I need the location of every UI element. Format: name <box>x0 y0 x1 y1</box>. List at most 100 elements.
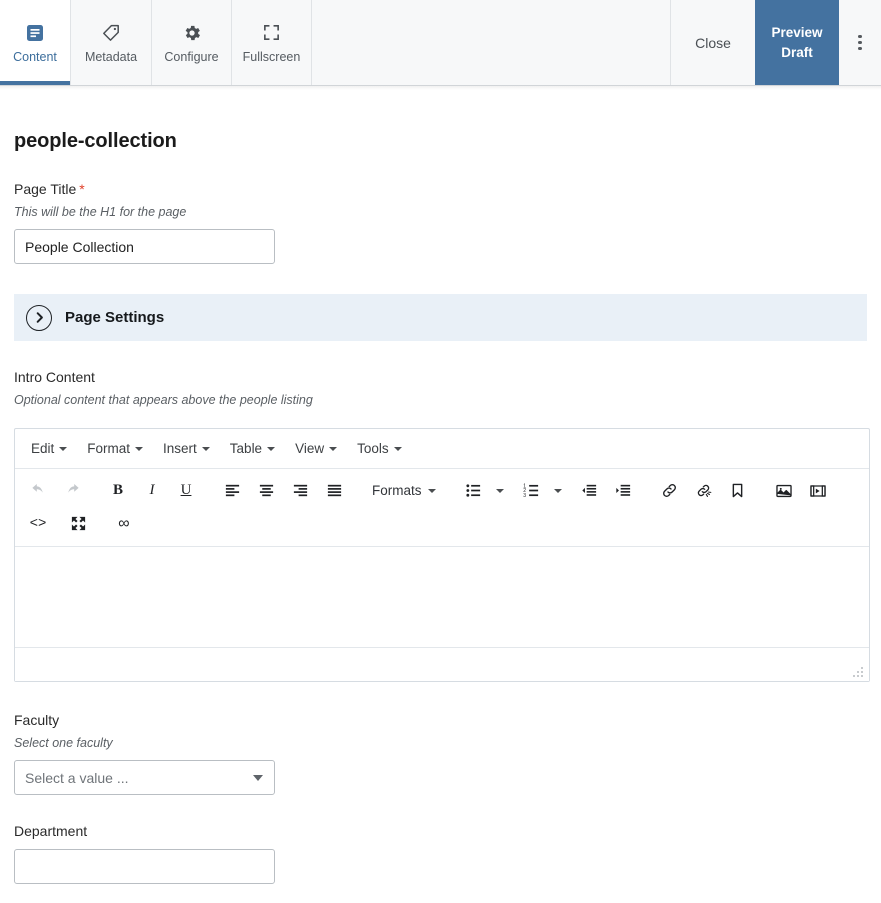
editor-toolbar-row-1: B I U Formats 1 2 3 <box>21 474 863 507</box>
chevron-down-icon <box>393 446 402 451</box>
chevron-down-icon <box>495 488 504 493</box>
menu-tools[interactable]: Tools <box>348 437 411 460</box>
department-input[interactable] <box>14 849 275 884</box>
intro-content-hint: Optional content that appears above the … <box>14 393 313 407</box>
tab-fullscreen[interactable]: Fullscreen <box>232 0 312 85</box>
fullscreen-icon[interactable] <box>61 509 95 539</box>
anchor-icon[interactable] <box>721 476 755 506</box>
page-body: people-collection Page Title * This will … <box>0 130 881 884</box>
tab-fullscreen-label: Fullscreen <box>242 49 301 64</box>
kebab-menu-button[interactable] <box>839 0 881 85</box>
formats-dropdown[interactable]: Formats <box>363 478 445 503</box>
bullet-list-split-button[interactable] <box>457 476 509 506</box>
unlink-icon[interactable] <box>687 476 721 506</box>
align-left-icon[interactable] <box>215 476 249 506</box>
document-lines-icon <box>24 22 46 44</box>
italic-icon[interactable]: I <box>135 476 169 506</box>
menu-insert[interactable]: Insert <box>154 437 219 460</box>
page-title-field-label: Page Title * <box>14 181 867 197</box>
infinity-glyph: ∞ <box>118 514 130 532</box>
chevron-down-icon <box>59 446 68 451</box>
align-right-icon[interactable] <box>283 476 317 506</box>
required-marker: * <box>79 181 85 197</box>
chevron-down-icon <box>135 446 144 451</box>
preview-draft-label-line1: Preview <box>771 24 823 40</box>
editor-content-area[interactable] <box>15 547 869 647</box>
tag-icon <box>100 22 122 44</box>
page-title: people-collection <box>14 130 177 152</box>
page-settings-accordion[interactable]: Page Settings <box>14 294 867 341</box>
tab-configure-label: Configure <box>164 49 219 64</box>
topbar-spacer <box>312 0 671 85</box>
chevron-down-icon <box>201 446 210 451</box>
editor-toolbar-row-2: <> ∞ <box>21 507 863 540</box>
bold-icon[interactable]: B <box>101 476 135 506</box>
svg-text:3: 3 <box>523 493 526 499</box>
tab-configure[interactable]: Configure <box>152 0 232 85</box>
faculty-field-hint: Select one faculty <box>14 736 113 750</box>
undo-icon[interactable] <box>21 476 55 506</box>
infinity-icon[interactable]: ∞ <box>107 509 141 539</box>
editor-resize-handle[interactable] <box>852 665 864 677</box>
chevron-down-icon <box>427 488 436 493</box>
gear-icon <box>181 22 203 44</box>
tab-metadata-label: Metadata <box>84 49 138 64</box>
page-title-field-hint: This will be the H1 for the page <box>14 205 187 219</box>
numbered-list-split-button[interactable]: 1 2 3 <box>515 476 567 506</box>
kebab-menu-icon <box>858 32 862 53</box>
expand-icon <box>261 22 283 44</box>
menu-edit[interactable]: Edit <box>22 437 76 460</box>
menu-edit-label: Edit <box>31 441 55 456</box>
editor-statusbar <box>15 647 869 681</box>
menu-table[interactable]: Table <box>221 437 284 460</box>
menu-format-label: Format <box>87 441 131 456</box>
intro-content-label: Intro Content <box>14 369 95 385</box>
top-tab-bar: Content Metadata Configure Fullscreen Cl… <box>0 0 881 90</box>
source-code-icon[interactable]: <> <box>21 509 55 539</box>
image-icon[interactable] <box>767 476 801 506</box>
link-icon[interactable] <box>653 476 687 506</box>
chevron-down-icon <box>329 446 338 451</box>
tab-metadata[interactable]: Metadata <box>71 0 152 85</box>
tab-content[interactable]: Content <box>0 0 71 85</box>
menu-view-label: View <box>295 441 325 456</box>
editor-menubar: Edit Format Insert Table View Tools <box>15 429 869 469</box>
bullet-list-caret[interactable] <box>491 476 509 506</box>
chevron-down-icon <box>267 446 276 451</box>
media-icon[interactable] <box>801 476 835 506</box>
page-title-input[interactable] <box>14 229 275 264</box>
department-field-label: Department <box>14 823 88 839</box>
menu-format[interactable]: Format <box>78 437 152 460</box>
bold-glyph: B <box>112 482 123 498</box>
menu-insert-label: Insert <box>163 441 197 456</box>
page-title-field-label-text: Page Title <box>14 181 77 197</box>
numbered-list-caret[interactable] <box>549 476 567 506</box>
tab-content-label: Content <box>13 49 57 64</box>
faculty-select[interactable]: Select a value ... <box>14 760 275 795</box>
bullet-list-icon[interactable] <box>457 476 491 506</box>
close-button-label: Close <box>695 34 731 51</box>
menu-view[interactable]: View <box>286 437 346 460</box>
underline-glyph: U <box>180 482 192 498</box>
menu-tools-label: Tools <box>357 441 389 456</box>
underline-icon[interactable]: U <box>169 476 203 506</box>
indent-icon[interactable] <box>607 476 641 506</box>
menu-table-label: Table <box>229 441 263 456</box>
preview-draft-label-line2: Draft <box>781 44 813 60</box>
formats-dropdown-label: Formats <box>372 483 422 498</box>
redo-icon[interactable] <box>55 476 89 506</box>
outdent-icon[interactable] <box>573 476 607 506</box>
faculty-select-value: Select a value ... <box>25 769 129 786</box>
chevron-down-icon <box>553 488 562 493</box>
rich-text-editor: Edit Format Insert Table View Tools B I … <box>14 428 870 682</box>
chevron-down-icon <box>253 774 263 781</box>
italic-glyph: I <box>149 482 155 498</box>
preview-draft-button[interactable]: Preview Draft <box>755 0 839 85</box>
source-code-glyph: <> <box>29 515 47 532</box>
numbered-list-icon[interactable]: 1 2 3 <box>515 476 549 506</box>
align-justify-icon[interactable] <box>317 476 351 506</box>
editor-toolbar: B I U Formats 1 2 3 <> ∞ <box>15 469 869 547</box>
align-center-icon[interactable] <box>249 476 283 506</box>
close-button[interactable]: Close <box>671 0 755 85</box>
faculty-field-label: Faculty <box>14 712 60 728</box>
